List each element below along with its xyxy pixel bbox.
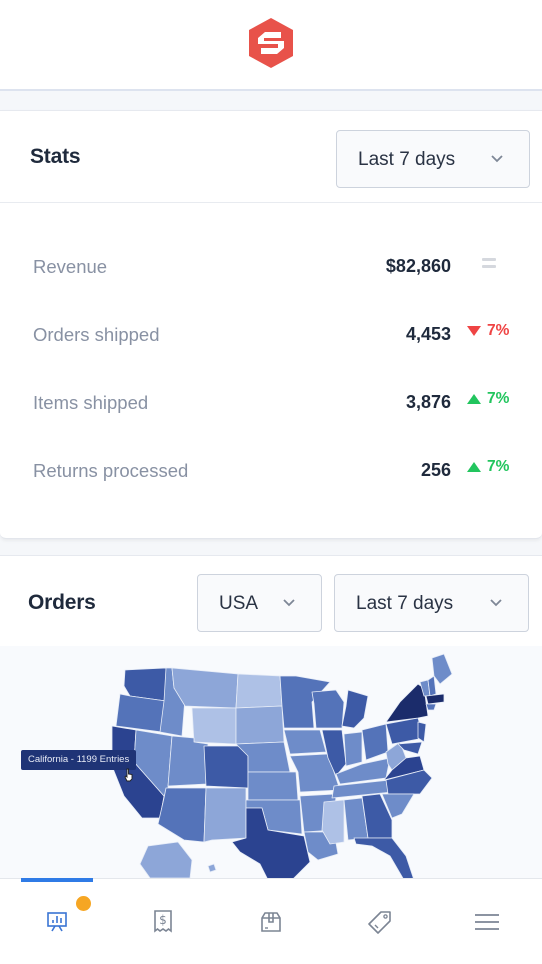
stat-label: Orders shipped: [33, 324, 160, 345]
orders-period-select[interactable]: Last 7 days: [334, 574, 529, 632]
triangle-up-icon: [467, 394, 481, 404]
stats-card-header: Stats Last 7 days: [0, 111, 542, 203]
stat-delta-value: 7%: [487, 458, 510, 475]
state-connecticut[interactable]: [425, 703, 437, 711]
triangle-up-icon: [467, 462, 481, 472]
stat-delta-value: 7%: [487, 390, 510, 407]
state-new-jersey[interactable]: [417, 721, 427, 743]
stat-row-orders-shipped: Orders shipped 4,453 7%: [0, 322, 542, 352]
stat-value: $82,860: [385, 256, 451, 276]
orders-region-select[interactable]: USA: [197, 574, 322, 632]
stat-value: 3,876: [405, 392, 451, 412]
equal-flat-icon: [482, 258, 496, 268]
package-box-icon: [261, 912, 281, 932]
nav-orders[interactable]: [256, 907, 286, 937]
state-wyoming[interactable]: [191, 707, 237, 745]
chevron-down-icon: [283, 599, 295, 607]
state-ohio[interactable]: [361, 723, 389, 761]
state-arizona[interactable]: [157, 787, 207, 843]
stat-delta-value: 7%: [487, 322, 510, 339]
stat-row-returns-processed: Returns processed 256 7%: [0, 458, 542, 488]
state-kansas[interactable]: [247, 771, 299, 801]
state-colorado[interactable]: [203, 745, 249, 789]
chevron-down-icon: [491, 155, 503, 163]
stats-period-value: Last 7 days: [358, 149, 456, 170]
state-south-dakota[interactable]: [235, 705, 285, 745]
state-utah[interactable]: [167, 735, 209, 787]
hamburger-menu-icon: [475, 914, 499, 930]
nav-dashboard[interactable]: [42, 907, 72, 937]
pointer-cursor-icon: [124, 768, 133, 782]
orders-region-value: USA: [219, 593, 259, 614]
state-massachusetts[interactable]: [425, 693, 445, 705]
triangle-down-icon: [467, 326, 481, 336]
orders-period-value: Last 7 days: [356, 593, 454, 614]
nav-menu[interactable]: [472, 907, 502, 937]
stats-title: Stats: [30, 145, 81, 168]
stat-delta: 7%: [467, 390, 509, 408]
stat-delta: 7%: [467, 458, 509, 476]
state-indiana[interactable]: [343, 731, 363, 767]
state-alaska[interactable]: [139, 841, 193, 878]
state-new-york[interactable]: [385, 683, 429, 723]
orders-card-header: Orders USA Last 7 days: [0, 556, 542, 647]
price-tag-icon: [368, 911, 391, 934]
nav-products[interactable]: [365, 907, 395, 937]
chevron-down-icon: [490, 599, 502, 607]
receipt-dollar-icon: $: [154, 910, 172, 933]
stat-delta: [468, 254, 496, 268]
state-north-dakota[interactable]: [235, 673, 283, 709]
stat-row-items-shipped: Items shipped 3,876 7%: [0, 390, 542, 420]
orders-title: Orders: [28, 591, 96, 614]
top-bar: [0, 0, 542, 91]
stat-delta: 7%: [467, 322, 509, 340]
stat-label: Returns processed: [33, 460, 189, 481]
presentation-chart-icon: [47, 912, 67, 932]
stat-row-revenue: Revenue $82,860: [0, 254, 542, 284]
stat-value: 256: [420, 460, 451, 480]
state-oregon[interactable]: [115, 693, 167, 733]
state-new-mexico[interactable]: [203, 787, 247, 843]
bottom-nav: $: [0, 878, 542, 964]
stats-card: Stats Last 7 days Revenue $82,860 Orders…: [0, 110, 542, 539]
state-hawaii[interactable]: [207, 863, 217, 873]
notification-badge: [76, 896, 91, 911]
active-tab-indicator: [21, 878, 93, 882]
stat-label: Items shipped: [33, 392, 149, 413]
stats-period-select[interactable]: Last 7 days: [336, 130, 530, 188]
state-maine[interactable]: [431, 653, 453, 685]
hexagon-s-logo[interactable]: [246, 16, 296, 70]
stat-label: Revenue: [33, 256, 108, 277]
map-tooltip: California - 1199 Entries: [21, 750, 137, 770]
nav-payments[interactable]: $: [148, 907, 178, 937]
state-iowa[interactable]: [283, 729, 327, 755]
state-michigan[interactable]: [341, 689, 369, 729]
state-wisconsin[interactable]: [311, 689, 345, 729]
svg-text:$: $: [159, 913, 167, 927]
stat-value: 4,453: [405, 324, 451, 344]
state-florida[interactable]: [353, 837, 414, 878]
